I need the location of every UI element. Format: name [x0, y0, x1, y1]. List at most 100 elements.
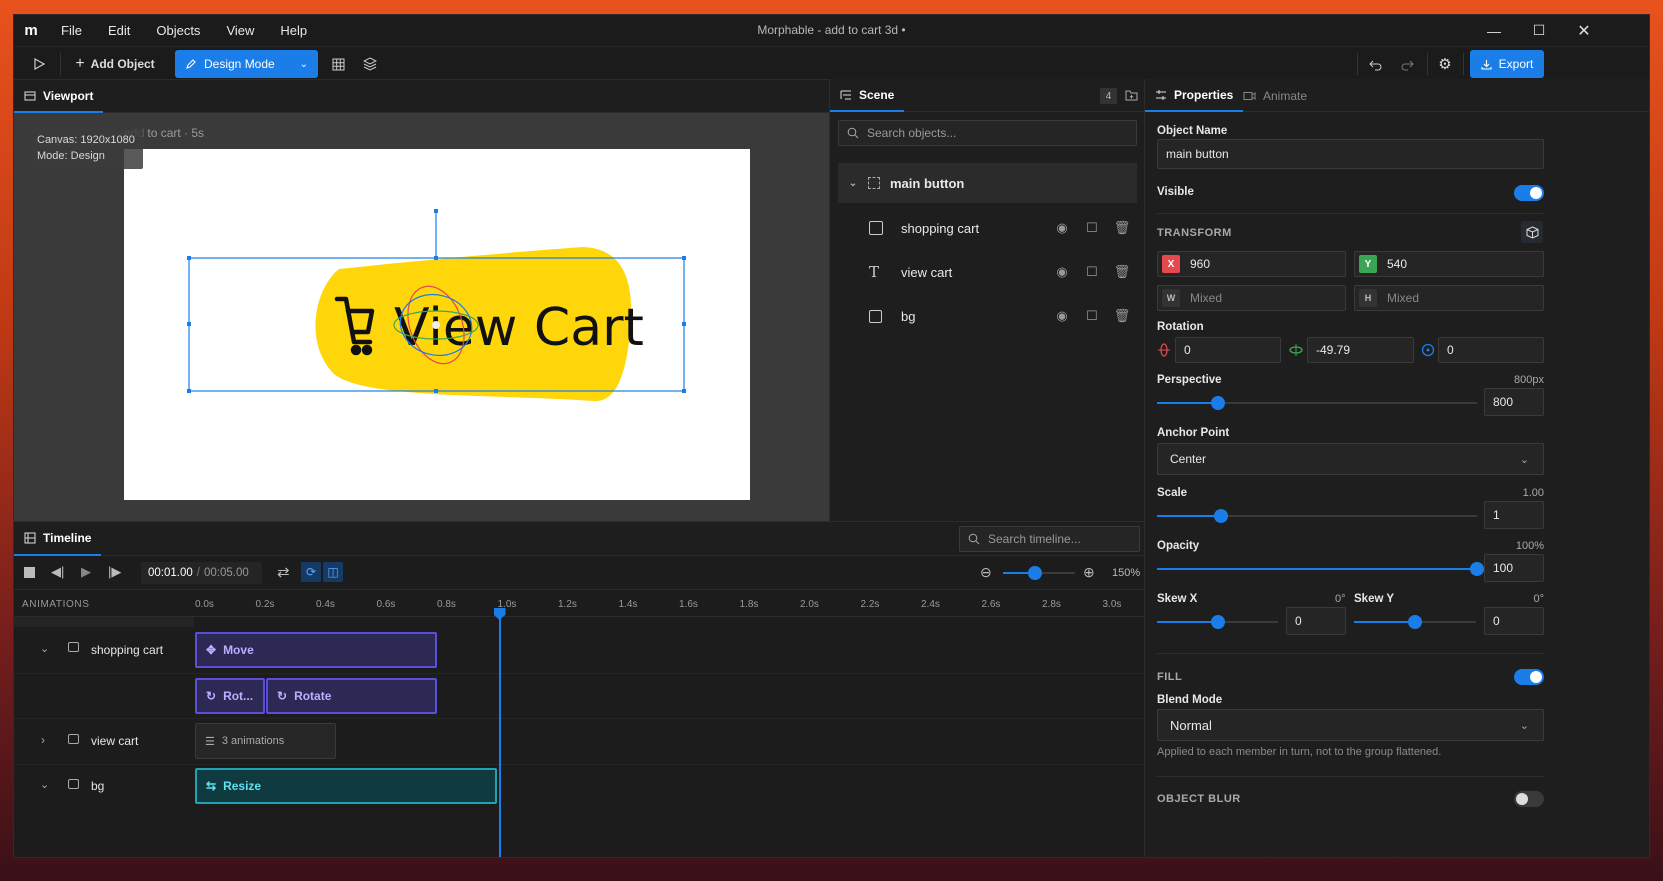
clip-rotate[interactable]: ↻ Rotate	[266, 678, 437, 714]
play-icon[interactable]	[26, 50, 52, 78]
chevron-right-icon[interactable]: ›	[41, 733, 45, 747]
eye-icon[interactable]: ◉	[1047, 308, 1077, 324]
timeline-zoom-slider[interactable]	[1003, 566, 1075, 580]
design-mode-dropdown[interactable]: Design Mode ⌄	[175, 50, 318, 78]
fill-toggle[interactable]	[1514, 669, 1544, 685]
chevron-down-icon[interactable]: ⌄	[40, 642, 49, 655]
rotation-z-input[interactable]: 0	[1438, 337, 1544, 363]
scene-group-main-button[interactable]: ⌄ main button	[838, 163, 1137, 203]
pen-icon	[186, 59, 196, 69]
trash-icon[interactable]: 🗑	[1107, 308, 1137, 324]
menu-edit[interactable]: Edit	[95, 15, 143, 46]
text-icon: T	[869, 263, 880, 281]
export-button[interactable]: Export	[1470, 50, 1544, 78]
rotation-x-input[interactable]: 0	[1175, 337, 1281, 363]
eye-icon[interactable]: ◉	[1047, 220, 1077, 236]
redo-icon[interactable]	[1396, 50, 1418, 78]
time-ruler[interactable]: ANIMATIONS 0.0s 0.2s 0.4s 0.6s 0.8s 1.0s 1.2s 1…	[14, 591, 1144, 617]
clip-view-cart-animations[interactable]: ☰ 3 animations	[195, 723, 336, 759]
ruler-tick-label: 0.6s	[376, 599, 396, 610]
width-input[interactable]: W Mixed	[1157, 285, 1346, 311]
rotation-y-input[interactable]: -49.79	[1307, 337, 1414, 363]
loop-icon[interactable]: ⇄	[277, 563, 290, 581]
maximize-icon[interactable]: ☐	[1516, 15, 1562, 46]
clip-move[interactable]: ✥ Move	[195, 632, 437, 668]
resize-arrows-icon: ⇆	[206, 779, 217, 793]
skew-x-slider[interactable]	[1157, 615, 1278, 629]
ruler-tick-label: 0.8s	[437, 599, 456, 610]
menu-help[interactable]: Help	[267, 15, 320, 46]
object-blur-toggle[interactable]	[1514, 791, 1544, 807]
settings-gear-icon[interactable]: ⚙	[1434, 50, 1456, 78]
ruler-tick-label: 0.4s	[316, 599, 335, 610]
perspective-slider[interactable]	[1157, 396, 1477, 410]
scene-panel: Scene 4 Search objects... ⌄ main button …	[829, 79, 1145, 521]
tab-viewport[interactable]: Viewport	[14, 80, 104, 113]
grid-icon[interactable]	[327, 50, 349, 78]
y-position-input[interactable]: Y 540	[1354, 251, 1544, 277]
lock-icon[interactable]	[68, 642, 79, 652]
opacity-readout: 100%	[1515, 540, 1544, 552]
tab-timeline[interactable]: Timeline	[14, 522, 102, 556]
add-folder-icon[interactable]	[1123, 87, 1139, 103]
scene-search-input[interactable]: Search objects...	[838, 120, 1137, 146]
trash-icon[interactable]: 🗑	[1107, 264, 1137, 280]
skew-y-input[interactable]: 0	[1484, 607, 1544, 635]
split-view-icon[interactable]: ◫	[323, 562, 343, 582]
menu-view[interactable]: View	[213, 15, 267, 46]
eye-icon[interactable]: ◉	[1047, 264, 1077, 280]
lock-icon[interactable]: ☐	[1077, 220, 1107, 236]
ruler-tick-label: 1.2s	[558, 599, 577, 610]
scale-slider[interactable]	[1157, 509, 1477, 523]
visible-toggle[interactable]	[1514, 185, 1544, 201]
opacity-slider[interactable]	[1157, 562, 1484, 576]
layers-icon[interactable]	[359, 50, 381, 78]
scene-item-shopping-cart[interactable]: shopping cart ◉ ☐ 🗑	[838, 208, 1137, 248]
zoom-out-icon[interactable]: ⊖	[980, 564, 992, 581]
3d-cube-icon[interactable]	[1521, 221, 1543, 243]
minimize-icon[interactable]: —	[1471, 15, 1517, 46]
play-icon[interactable]: ▶	[81, 564, 91, 580]
height-input[interactable]: H Mixed	[1354, 285, 1544, 311]
clip-resize[interactable]: ⇆ Resize	[195, 768, 497, 804]
blend-mode-hint: Applied to each member in turn, not to t…	[1157, 746, 1442, 758]
scale-input[interactable]: 1	[1484, 501, 1544, 529]
skip-back-icon[interactable]: ◀​|	[51, 564, 64, 580]
undo-icon[interactable]	[1364, 50, 1386, 78]
tab-properties[interactable]: Properties	[1145, 79, 1244, 112]
video-icon	[1243, 91, 1256, 100]
perspective-input[interactable]: 800	[1484, 388, 1544, 416]
lock-icon[interactable]	[68, 734, 79, 744]
lock-icon[interactable]	[68, 779, 79, 789]
menu-objects[interactable]: Objects	[143, 15, 213, 46]
clip-rotate-short[interactable]: ↻ Rot...	[195, 678, 265, 714]
tab-scene[interactable]: Scene	[830, 79, 905, 112]
ruler-tick-label: 1.4s	[618, 599, 638, 610]
menu-file[interactable]: File	[48, 15, 95, 46]
scene-item-view-cart[interactable]: T view cart ◉ ☐ 🗑	[838, 252, 1137, 292]
anchor-point-select[interactable]: Center ⌄	[1157, 443, 1544, 475]
timeline-search-input[interactable]: Search timeline...	[959, 526, 1140, 552]
x-position-input[interactable]: X 960	[1157, 251, 1346, 277]
skew-y-slider[interactable]	[1354, 615, 1476, 629]
playhead[interactable]	[493, 608, 506, 857]
zoom-in-icon[interactable]: ⊕	[1083, 564, 1095, 581]
object-name-input[interactable]: main button	[1157, 139, 1544, 169]
viewport-area[interactable]: add to cart · 5s View Cart Canvas: 1920x…	[14, 113, 829, 521]
magnet-snap-icon[interactable]: ⟳	[301, 562, 321, 582]
chevron-down-icon[interactable]: ⌄	[838, 178, 868, 189]
design-canvas[interactable]: View Cart	[124, 149, 750, 500]
tab-animate[interactable]: Animate	[1233, 79, 1317, 112]
scene-item-bg[interactable]: bg ◉ ☐ 🗑	[838, 296, 1137, 336]
add-object-button[interactable]: + Add Object	[72, 50, 158, 78]
chevron-down-icon[interactable]: ⌄	[40, 778, 49, 791]
trash-icon[interactable]: 🗑	[1107, 220, 1137, 236]
skew-x-input[interactable]: 0	[1286, 607, 1346, 635]
blend-mode-select[interactable]: Normal ⌄	[1157, 709, 1544, 741]
stop-icon[interactable]	[24, 567, 35, 578]
close-icon[interactable]: ✕	[1561, 15, 1607, 46]
lock-icon[interactable]: ☐	[1077, 264, 1107, 280]
lock-icon[interactable]: ☐	[1077, 308, 1107, 324]
skip-forward-icon[interactable]: |▶	[108, 564, 121, 580]
opacity-input[interactable]: 100	[1484, 554, 1544, 582]
